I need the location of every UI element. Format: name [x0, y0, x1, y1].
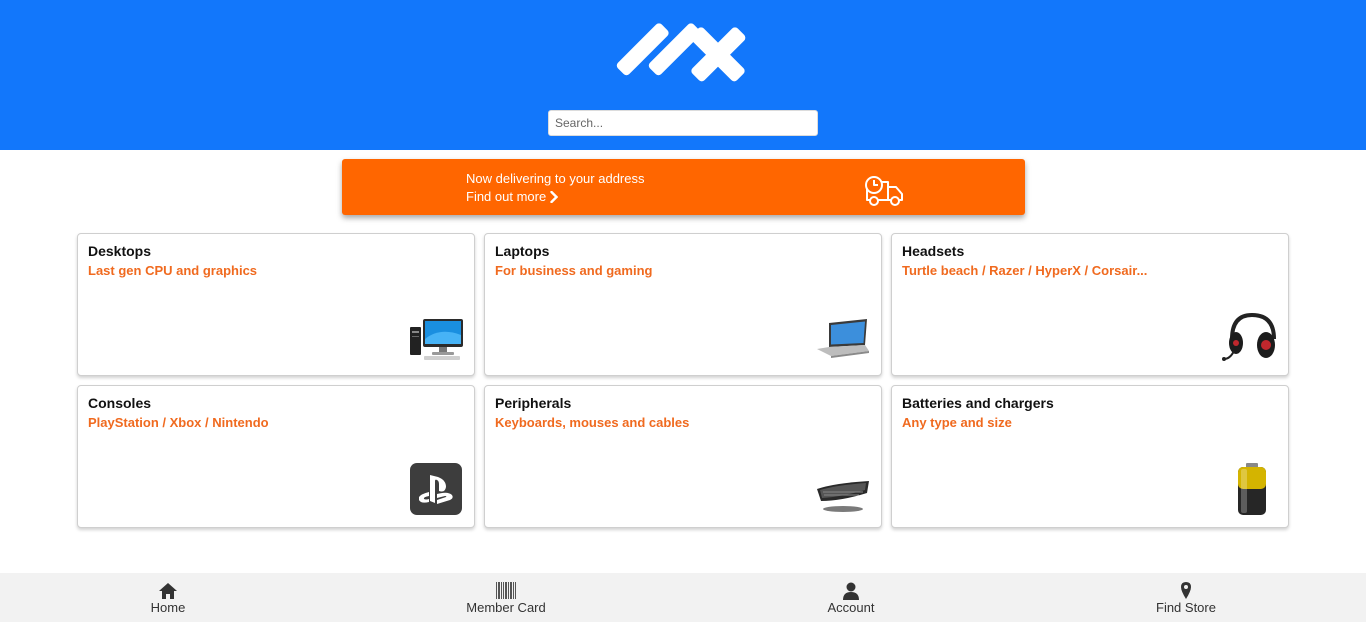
card-title: Laptops	[495, 243, 550, 259]
delivery-truck-icon	[865, 176, 903, 206]
card-subtitle: Last gen CPU and graphics	[88, 263, 258, 278]
banner-text: Now delivering to your address Find out …	[466, 170, 644, 206]
card-subtitle: Keyboards, mouses and cables	[495, 415, 690, 430]
nav-member-card[interactable]: Member Card	[436, 573, 576, 622]
search-input[interactable]	[548, 110, 818, 136]
card-subtitle: PlayStation / Xbox / Nintendo	[88, 415, 269, 430]
find-out-more-link[interactable]: Find out more	[466, 188, 644, 206]
user-icon	[843, 582, 859, 600]
barcode-icon	[496, 582, 516, 599]
nav-label: Find Store	[1156, 600, 1216, 615]
brand-logo[interactable]	[614, 20, 754, 88]
bottom-nav: Home Member Card Account Find Store	[0, 573, 1366, 622]
banner-headline: Now delivering to your address	[466, 171, 645, 186]
card-title: Desktops	[88, 243, 152, 259]
card-title: Consoles	[88, 395, 152, 411]
card-subtitle: Turtle beach / Razer / HyperX / Corsair.…	[902, 263, 1148, 278]
laptop-icon	[817, 319, 869, 358]
home-icon	[159, 583, 177, 599]
category-card-desktops[interactable]: Desktops Last gen CPU and graphics	[77, 233, 475, 376]
category-card-peripherals[interactable]: Peripherals Keyboards, mouses and cables	[484, 385, 882, 528]
headset-icon	[1222, 312, 1276, 361]
playstation-icon	[410, 463, 462, 515]
nav-label: Member Card	[466, 600, 546, 615]
card-title: Peripherals	[495, 395, 572, 411]
desktop-computer-icon	[410, 319, 463, 360]
category-card-headsets[interactable]: Headsets Turtle beach / Razer / HyperX /…	[891, 233, 1289, 376]
category-card-laptops[interactable]: Laptops For business and gaming	[484, 233, 882, 376]
header	[0, 0, 1366, 150]
keyboard-icon	[817, 481, 869, 512]
card-title: Headsets	[902, 243, 965, 259]
nav-find-store[interactable]: Find Store	[1116, 573, 1256, 622]
category-card-consoles[interactable]: Consoles PlayStation / Xbox / Nintendo	[77, 385, 475, 528]
nav-home[interactable]: Home	[98, 573, 238, 622]
card-subtitle: Any type and size	[902, 415, 1012, 430]
nav-label: Home	[150, 600, 186, 615]
find-out-more-label: Find out more	[466, 189, 547, 204]
card-title: Batteries and chargers	[902, 395, 1054, 411]
map-pin-icon	[1181, 582, 1191, 599]
nav-account[interactable]: Account	[781, 573, 921, 622]
card-subtitle: For business and gaming	[495, 263, 653, 278]
battery-icon	[1238, 463, 1266, 515]
nav-label: Account	[827, 600, 875, 615]
category-card-batteries[interactable]: Batteries and chargers Any type and size	[891, 385, 1289, 528]
delivery-banner[interactable]: Now delivering to your address Find out …	[342, 159, 1025, 215]
chevron-right-icon	[550, 191, 559, 203]
